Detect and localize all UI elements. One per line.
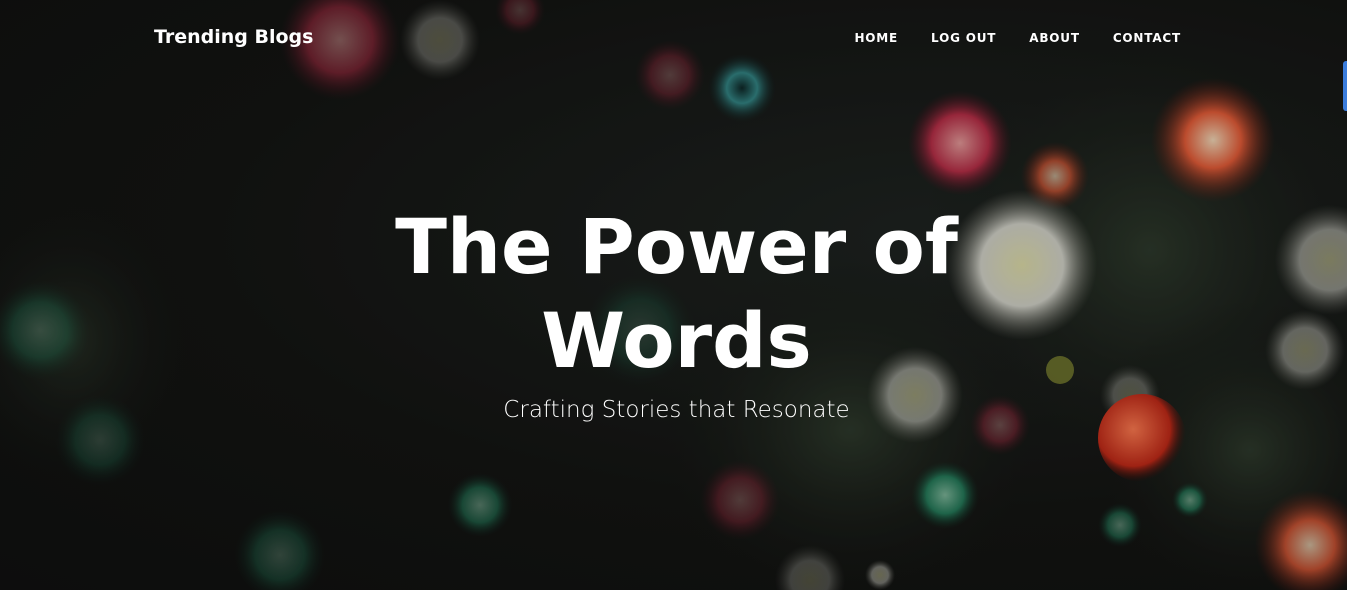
hero-title: The Power of Words	[0, 200, 1347, 388]
main-nav: HOME LOG OUT ABOUT CONTACT	[854, 31, 1181, 45]
hero-section: Trending Blogs HOME LOG OUT ABOUT CONTAC…	[0, 0, 1347, 590]
brand-logo-link[interactable]: Trending Blogs	[154, 26, 313, 48]
hero-title-line-2: Words	[541, 296, 812, 385]
nav-contact-link[interactable]: CONTACT	[1113, 31, 1181, 45]
nav-home-link[interactable]: HOME	[854, 31, 898, 45]
nav-logout-link[interactable]: LOG OUT	[931, 31, 996, 45]
nav-about-link[interactable]: ABOUT	[1029, 31, 1080, 45]
side-feedback-tab[interactable]	[1343, 61, 1347, 111]
hero-title-line-1: The Power of	[395, 202, 958, 291]
hero-subtitle: Crafting Stories that Resonate	[503, 397, 850, 423]
